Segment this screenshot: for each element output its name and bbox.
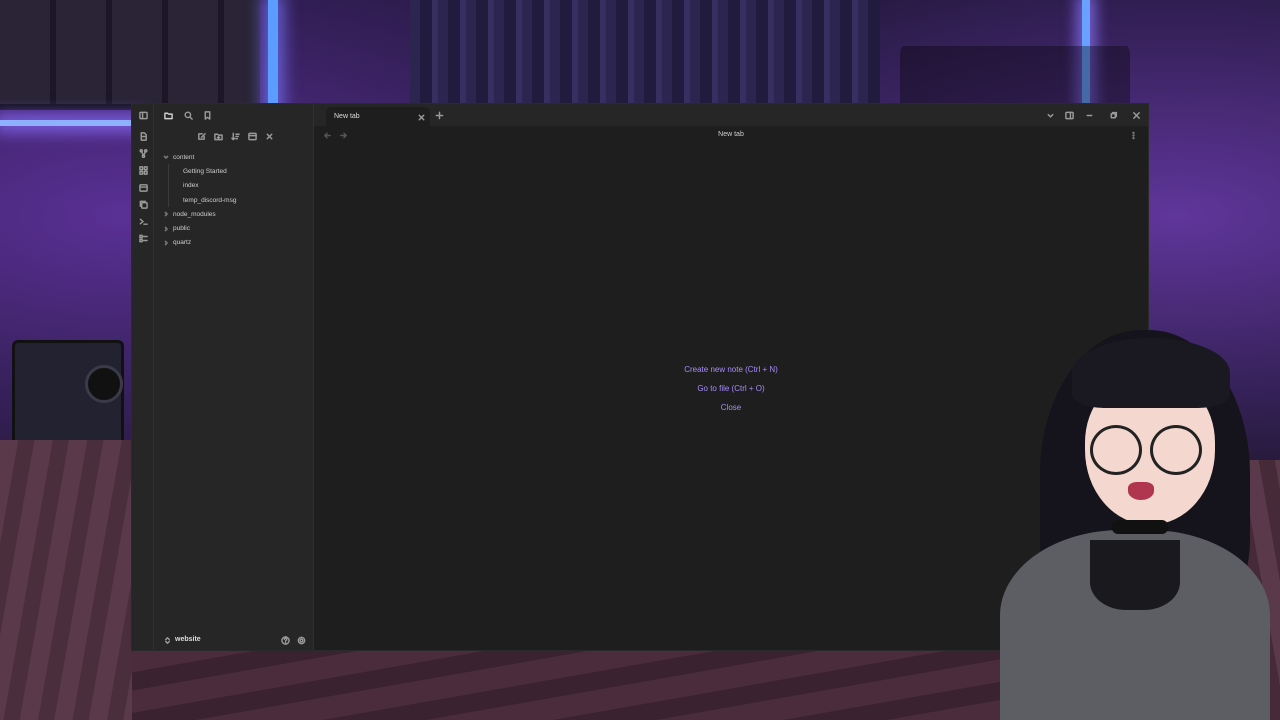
desk-bottom xyxy=(132,650,1132,720)
folder-quartz[interactable]: quartz xyxy=(154,236,314,250)
file-index[interactable]: index xyxy=(154,179,314,193)
terminal-icon[interactable] xyxy=(136,214,150,228)
avatar-mouth xyxy=(1128,482,1154,500)
folder-label: node_modules xyxy=(173,210,216,218)
bookmark-icon[interactable] xyxy=(200,108,214,122)
avatar-shirt xyxy=(1090,540,1180,610)
figurines xyxy=(900,20,1130,106)
avatar-bangs xyxy=(1072,338,1230,408)
minimize-icon[interactable] xyxy=(1082,108,1096,122)
desk-left xyxy=(0,440,132,720)
chevron-right-icon xyxy=(162,210,170,218)
file-tree: content Getting Started index temp_disco… xyxy=(154,150,314,250)
speaker xyxy=(12,340,124,446)
folder-icon[interactable] xyxy=(161,108,175,122)
search-icon[interactable] xyxy=(181,108,195,122)
file-label: index xyxy=(183,182,199,190)
file-label: temp_discord-msg xyxy=(183,196,237,204)
folder-node-modules[interactable]: node_modules xyxy=(154,207,314,221)
layout-icon[interactable] xyxy=(1062,108,1076,122)
chevron-right-icon xyxy=(162,239,170,247)
close-icon[interactable] xyxy=(414,110,428,124)
ribbon xyxy=(132,104,154,650)
sort-icon[interactable] xyxy=(228,129,242,143)
sidebar-toggle-icon[interactable] xyxy=(136,108,150,122)
view-header: New tab xyxy=(314,126,1148,144)
settings-gear-icon[interactable] xyxy=(294,633,308,647)
neon-light-shelf xyxy=(0,120,140,126)
calendar-icon[interactable] xyxy=(136,180,150,194)
file-temp-discord-msg[interactable]: temp_discord-msg xyxy=(154,193,314,207)
folder-label: public xyxy=(173,225,190,233)
file-label: Getting Started xyxy=(183,167,227,175)
close-window-icon[interactable] xyxy=(1129,108,1143,122)
new-folder-icon[interactable] xyxy=(211,129,225,143)
tab-title: New tab xyxy=(334,113,360,120)
folder-content[interactable]: content xyxy=(154,150,314,164)
view-title: New tab xyxy=(718,131,744,138)
graph-icon[interactable] xyxy=(136,146,150,160)
vtuber-avatar xyxy=(1000,330,1270,720)
close-icon[interactable] xyxy=(262,129,276,143)
more-options-icon[interactable] xyxy=(1126,128,1140,142)
tab-bar: New tab xyxy=(314,104,1148,126)
checklist-icon[interactable] xyxy=(136,231,150,245)
file-getting-started[interactable]: Getting Started xyxy=(154,164,314,178)
close-link[interactable]: Close xyxy=(721,404,741,412)
folder-public[interactable]: public xyxy=(154,221,314,235)
canvas-icon[interactable] xyxy=(136,163,150,177)
curtain xyxy=(410,0,880,110)
chevron-right-icon xyxy=(162,225,170,233)
vault-switcher[interactable]: website xyxy=(154,632,314,648)
avatar-choker xyxy=(1112,520,1168,534)
collapse-icon[interactable] xyxy=(245,129,259,143)
shelf xyxy=(0,0,260,110)
left-sidebar: content Getting Started index temp_disco… xyxy=(154,104,314,650)
neon-light-left xyxy=(268,0,278,110)
chevron-down-icon xyxy=(162,153,170,161)
avatar-glasses-right xyxy=(1150,425,1202,475)
go-to-file-link[interactable]: Go to file (Ctrl + O) xyxy=(697,385,764,393)
avatar-glasses-left xyxy=(1090,425,1142,475)
vault-name: website xyxy=(175,636,201,643)
chevron-updown-icon xyxy=(160,633,174,647)
tab-new-tab[interactable]: New tab xyxy=(326,107,430,126)
maximize-icon[interactable] xyxy=(1106,108,1120,122)
new-tab-plus-icon[interactable] xyxy=(432,108,446,122)
app-window: content Getting Started index temp_disco… xyxy=(132,104,1148,650)
folder-label: quartz xyxy=(173,239,192,247)
tree-indent-guide xyxy=(168,164,169,207)
folder-label: content xyxy=(173,153,195,161)
new-note-icon[interactable] xyxy=(194,129,208,143)
copy-icon[interactable] xyxy=(136,197,150,211)
create-new-note-link[interactable]: Create new note (Ctrl + N) xyxy=(684,366,778,374)
chevron-down-icon[interactable] xyxy=(1043,108,1057,122)
file-icon[interactable] xyxy=(136,129,150,143)
help-icon[interactable] xyxy=(278,633,292,647)
